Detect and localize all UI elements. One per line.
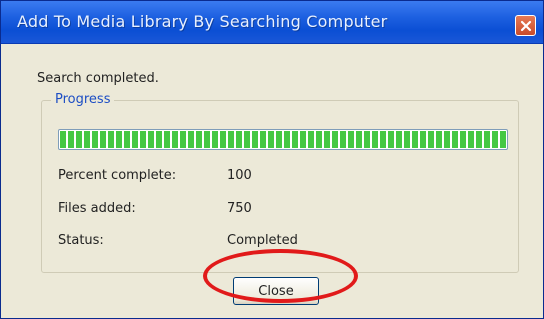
percent-complete-label: Percent complete: [58,168,177,183]
progress-bar [58,129,508,150]
status-label: Status: [58,233,104,248]
window-close-button[interactable] [515,15,536,36]
files-added-value: 750 [227,201,252,216]
status-value: Completed [227,233,298,248]
title-bar[interactable]: Add To Media Library By Searching Comput… [1,1,543,44]
media-library-search-dialog: Add To Media Library By Searching Comput… [0,0,544,319]
dialog-body: Search completed. Progress Percent compl… [4,46,540,316]
window-title: Add To Media Library By Searching Comput… [17,12,388,31]
progress-bar-fill [60,131,506,148]
close-button[interactable]: Close [233,277,319,305]
close-icon [520,20,532,32]
files-added-label: Files added: [58,201,136,216]
progress-group-label: Progress [51,92,115,107]
search-status-text: Search completed. [37,71,159,86]
percent-complete-value: 100 [227,168,252,183]
